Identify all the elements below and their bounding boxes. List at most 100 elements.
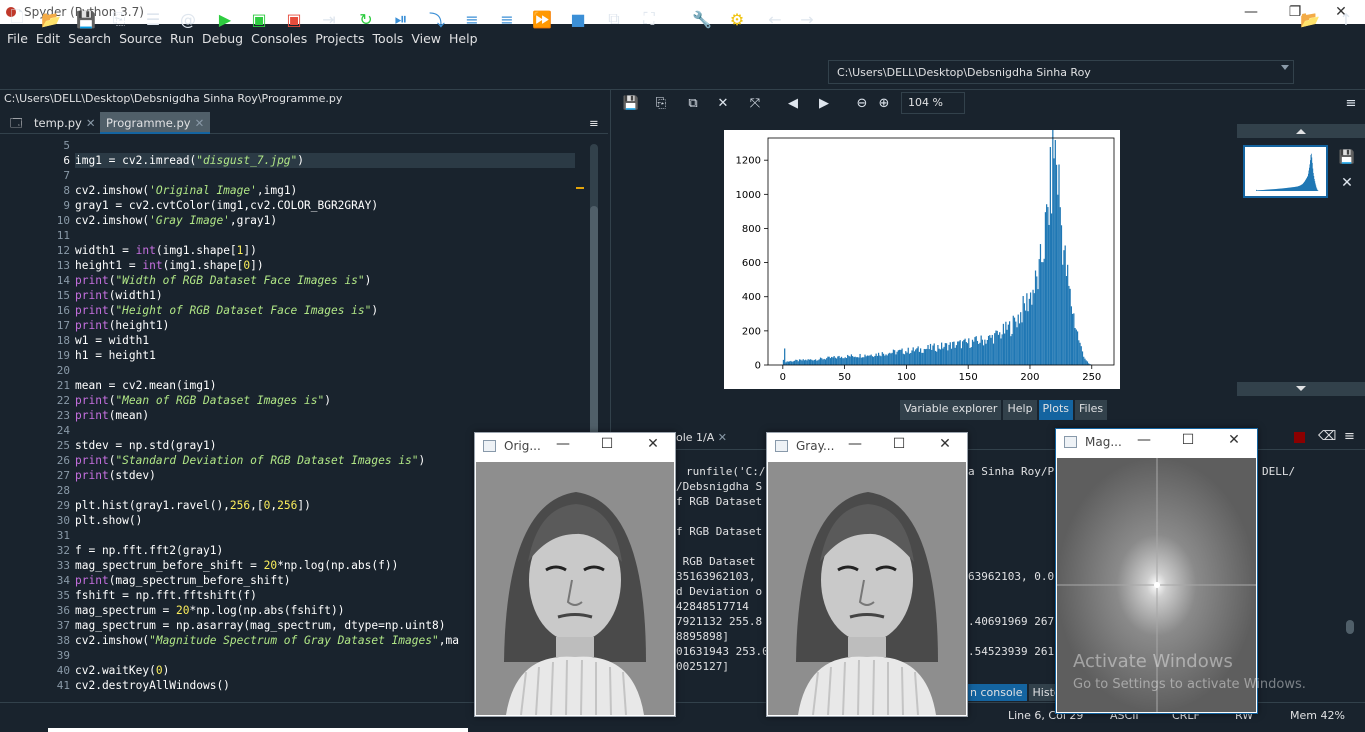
menu-consoles[interactable]: Consoles: [251, 31, 307, 46]
tab-help[interactable]: Help: [1003, 400, 1037, 420]
code-line[interactable]: print("Mean of RGB Dataset Images is"): [75, 393, 575, 408]
fullscreen-icon[interactable]: ⛶: [638, 8, 660, 30]
interrupt-kernel-icon[interactable]: [1294, 432, 1305, 443]
editor-scrollbar-thumb[interactable]: [590, 206, 598, 436]
at-icon[interactable]: @: [177, 8, 199, 30]
step-icon[interactable]: ⤵: [426, 8, 448, 30]
code-line[interactable]: width1 = int(img1.shape[1]): [75, 243, 575, 258]
continue-icon[interactable]: ⏩: [531, 8, 553, 30]
code-line[interactable]: print("Width of RGB Dataset Face Images …: [75, 273, 575, 288]
minimize-icon[interactable]: —: [553, 436, 573, 456]
scroll-up-icon[interactable]: [1237, 124, 1365, 138]
close-icon[interactable]: ✕: [643, 436, 663, 456]
maximize-icon[interactable]: ☐: [889, 436, 909, 456]
save-icon[interactable]: 💾: [75, 8, 97, 30]
remove-thumbnail-icon[interactable]: ✕: [1336, 172, 1358, 194]
menu-help[interactable]: Help: [449, 31, 478, 46]
browse-folder-icon[interactable]: 📂: [1299, 8, 1321, 30]
code-line[interactable]: print(height1): [75, 318, 575, 333]
console-tab[interactable]: ole 1/A ✕: [676, 431, 727, 444]
close-tab-icon[interactable]: ✕: [195, 116, 205, 130]
run-cell-advance-icon[interactable]: ▣: [283, 8, 305, 30]
menu-source[interactable]: Source: [119, 31, 162, 46]
save-plot-icon[interactable]: 💾: [620, 92, 642, 114]
open-file-icon[interactable]: 📂: [40, 8, 62, 30]
close-tab-icon[interactable]: ✕: [86, 116, 96, 130]
console-scrollbar-thumb[interactable]: [1346, 620, 1354, 634]
tab-variable-explorer[interactable]: Variable explorer: [900, 400, 1002, 420]
browse-tabs-icon[interactable]: 🗔: [4, 112, 28, 134]
clear-console-icon[interactable]: ⌫: [1318, 429, 1336, 444]
code-line[interactable]: gray1 = cv2.cvtColor(img1,cv2.COLOR_BGR2…: [75, 198, 575, 213]
debug-icon[interactable]: ⏯: [390, 8, 412, 30]
menu-search[interactable]: Search: [68, 31, 111, 46]
zoom-out-icon[interactable]: ⊖: [851, 92, 873, 114]
maximize-icon[interactable]: ☐: [1178, 432, 1198, 452]
forward-arrow-icon[interactable]: →: [796, 8, 818, 30]
next-plot-icon[interactable]: ▶: [813, 92, 835, 114]
menu-debug[interactable]: Debug: [202, 31, 243, 46]
stop-icon[interactable]: ■: [567, 8, 589, 30]
window-titlebar[interactable]: Gray... — ☐ ✕: [767, 433, 967, 461]
menu-file[interactable]: File: [7, 31, 28, 46]
code-line[interactable]: h1 = height1: [75, 348, 575, 363]
tab-temp-py[interactable]: temp.py ✕: [28, 112, 102, 134]
close-icon[interactable]: ✕: [1224, 432, 1244, 452]
window-titlebar[interactable]: Mag... — ☐ ✕: [1056, 429, 1257, 457]
minimize-icon[interactable]: —: [1134, 432, 1154, 452]
run-selection-icon[interactable]: ⇥: [318, 8, 340, 30]
plots-options-icon[interactable]: ≡: [1340, 92, 1362, 114]
copy-plot-icon[interactable]: ⧉: [682, 92, 704, 114]
code-line[interactable]: [75, 138, 575, 153]
code-line[interactable]: print(width1): [75, 288, 575, 303]
menu-edit[interactable]: Edit: [36, 31, 60, 46]
console-options-icon[interactable]: ≡: [1344, 429, 1355, 444]
editor-options-icon[interactable]: ≡: [583, 112, 605, 134]
parent-directory-icon[interactable]: ↑: [1335, 8, 1357, 30]
remove-plot-icon[interactable]: ✕: [712, 92, 734, 114]
remove-all-plots-icon[interactable]: ⤧: [744, 92, 766, 114]
back-arrow-icon[interactable]: ←: [764, 8, 786, 30]
previous-plot-icon[interactable]: ◀: [782, 92, 804, 114]
wrench-icon[interactable]: 🔧: [691, 8, 713, 30]
code-line[interactable]: cv2.imshow('Original Image',img1): [75, 183, 575, 198]
maximize-icon[interactable]: ☐: [597, 436, 617, 456]
close-icon[interactable]: ✕: [935, 436, 955, 456]
window-titlebar[interactable]: Orig... — ☐ ✕: [475, 433, 675, 461]
menu-run[interactable]: Run: [170, 31, 194, 46]
working-directory-input[interactable]: C:\Users\DELL\Desktop\Debsnigdha Sinha R…: [828, 60, 1294, 84]
code-line[interactable]: [75, 363, 575, 378]
save-all-icon[interactable]: ⎘: [108, 8, 130, 30]
code-line[interactable]: w1 = width1: [75, 333, 575, 348]
code-line[interactable]: cv2.imshow('Gray Image',gray1): [75, 213, 575, 228]
chevron-down-icon[interactable]: [1281, 65, 1289, 70]
step-into-icon[interactable]: ≡: [461, 8, 483, 30]
tab-programme-py[interactable]: Programme.py ✕: [100, 112, 211, 134]
rerun-icon[interactable]: ↻: [355, 8, 377, 30]
step-return-icon[interactable]: ≡: [496, 8, 518, 30]
gray-image-window[interactable]: Gray... — ☐ ✕: [766, 432, 968, 717]
code-line[interactable]: mean = cv2.mean(img1): [75, 378, 575, 393]
maximize-pane-icon[interactable]: ⧉: [603, 8, 625, 30]
list-icon[interactable]: ☰: [142, 8, 164, 30]
tab-ipython-console[interactable]: n console: [966, 684, 1027, 701]
original-image-window[interactable]: Orig... — ☐ ✕: [474, 432, 676, 717]
code-line[interactable]: [75, 168, 575, 183]
close-console-icon[interactable]: ✕: [718, 431, 727, 444]
python-icon[interactable]: ⚙: [726, 8, 748, 30]
code-line[interactable]: print("Height of RGB Dataset Face Images…: [75, 303, 575, 318]
menu-tools[interactable]: Tools: [373, 31, 404, 46]
zoom-level-field[interactable]: 104 %: [901, 92, 965, 114]
menu-projects[interactable]: Projects: [315, 31, 364, 46]
scroll-down-icon[interactable]: [1237, 382, 1365, 396]
run-cell-icon[interactable]: ▣: [248, 8, 270, 30]
run-icon[interactable]: ▶: [214, 8, 236, 30]
tab-files[interactable]: Files: [1075, 400, 1108, 420]
minimize-button[interactable]: —: [1228, 0, 1274, 24]
code-line[interactable]: height1 = int(img1.shape[0]): [75, 258, 575, 273]
minimize-icon[interactable]: —: [845, 436, 865, 456]
plot-thumbnail[interactable]: [1243, 145, 1328, 198]
code-line[interactable]: img1 = cv2.imread("disgust_7.jpg"): [75, 153, 575, 168]
tab-plots[interactable]: Plots: [1038, 400, 1074, 420]
save-thumbnail-icon[interactable]: 💾: [1336, 146, 1358, 168]
